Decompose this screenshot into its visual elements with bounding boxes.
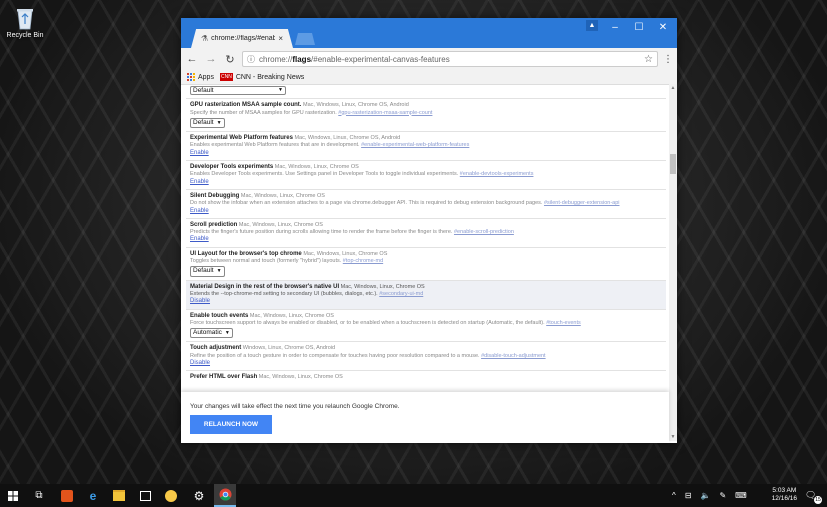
forward-arrow-icon[interactable]: → — [204, 53, 218, 65]
cnn-logo-icon: CNN — [219, 73, 233, 81]
apps-grid-icon — [187, 73, 195, 81]
action-center-icon[interactable]: 🗨 — [805, 484, 816, 507]
flag-link[interactable]: #enable-scroll-prediction — [454, 229, 514, 235]
start-button[interactable] — [2, 484, 24, 507]
flags-list: Default ▼ GPU rasterization MSAA sample c… — [186, 84, 666, 385]
notification-badge: 15 — [814, 496, 822, 504]
new-tab-button[interactable] — [295, 33, 315, 45]
browser-toolbar: ← → ↻ ⓘ chrome://flags/#enable-experimen… — [181, 48, 677, 70]
volume-icon[interactable]: 🔈 — [700, 491, 710, 500]
title-bar: ⚗ chrome://flags/#enable × ▲ – ☐ ✕ — [181, 18, 677, 48]
recycle-bin-shortcut[interactable]: Recycle Bin — [2, 6, 48, 39]
settings-gear-icon[interactable]: ⚙ — [188, 484, 210, 507]
relaunch-footer: Your changes will take effect the next t… — [181, 392, 669, 443]
office-app-icon[interactable] — [56, 484, 78, 507]
flag-item: Scroll prediction Mac, Windows, Linux, C… — [186, 219, 666, 248]
flask-icon: ⚗ — [201, 34, 209, 43]
flag-dropdown[interactable]: Automatic ▼ — [190, 328, 233, 339]
flag-link[interactable]: #secondary-ui-md — [379, 291, 423, 297]
flag-dropdown[interactable]: Default ▼ — [190, 86, 286, 96]
flag-item: Experimental Web Platform features Mac, … — [186, 132, 666, 162]
network-icon[interactable]: ⊟ — [685, 491, 692, 500]
close-window-button[interactable]: ✕ — [651, 18, 675, 36]
flag-enable-link[interactable]: Enable — [190, 208, 209, 214]
windows-logo-icon — [8, 490, 18, 501]
recycle-bin-label: Recycle Bin — [6, 32, 44, 39]
tab-title: chrome://flags/#enable — [211, 35, 276, 42]
recycle-bin-icon — [15, 6, 35, 30]
flag-link[interactable]: #silent-debugger-extension-api — [544, 200, 620, 206]
flag-item: Developer Tools experiments Mac, Windows… — [186, 161, 666, 190]
tab-flags[interactable]: ⚗ chrome://flags/#enable × — [191, 29, 293, 48]
edge-browser-icon[interactable]: e — [82, 484, 104, 507]
chrome-window: ⚗ chrome://flags/#enable × ▲ – ☐ ✕ ← → ↻… — [181, 18, 677, 443]
user-profile-icon[interactable]: ▲ — [586, 20, 598, 31]
flag-link[interactable]: #touch-events — [546, 320, 581, 326]
bookmark-apps[interactable]: Apps — [187, 73, 214, 81]
flag-link[interactable]: #enable-devtools-experiments — [460, 171, 534, 177]
system-tray: ^ ⊟ 🔈 ✎ ⌨ — [672, 484, 747, 507]
clock-time: 5:03 AM — [772, 487, 797, 494]
scroll-up-icon[interactable]: ▲ — [669, 84, 677, 92]
address-bar[interactable]: ⓘ chrome://flags/#enable-experimental-ca… — [242, 51, 658, 67]
flag-link[interactable]: #enable-experimental-web-platform-featur… — [361, 142, 469, 148]
bookmark-star-icon[interactable]: ☆ — [644, 54, 653, 65]
flag-dropdown[interactable]: Default ▼ — [190, 117, 225, 129]
show-hidden-icons-chevron[interactable]: ^ — [672, 491, 676, 500]
flag-item: UI Layout for the browser's top chrome M… — [186, 248, 666, 281]
relaunch-now-button[interactable]: RELAUNCH NOW — [190, 415, 272, 434]
flag-link[interactable]: #disable-touch-adjustment — [481, 353, 546, 359]
flag-item-selected: Material Design in the rest of the brows… — [186, 280, 666, 310]
flag-disable-link[interactable]: Disable — [190, 360, 210, 366]
flag-link[interactable]: #gpu-rasterization-msaa-sample-count — [338, 110, 432, 116]
flag-disable-link[interactable]: Disable — [190, 298, 210, 304]
chrome-taskbar-icon[interactable] — [214, 484, 236, 507]
bookmarks-bar: Apps CNN CNN - Breaking News — [181, 70, 677, 85]
minimize-button[interactable]: – — [603, 18, 627, 36]
close-tab-icon[interactable]: × — [278, 34, 283, 43]
maximize-button[interactable]: ☐ — [627, 18, 651, 36]
flags-page: Default ▼ GPU rasterization MSAA sample c… — [181, 84, 677, 392]
taskbar: ⧉ e ⚙ ^ ⊟ 🔈 ✎ ⌨ 5:03 AM 12/16/16 🗨 15 — [0, 484, 827, 507]
url-text[interactable]: chrome://flags/#enable-experimental-canv… — [259, 55, 640, 64]
flag-dropdown[interactable]: Default ▼ — [190, 266, 225, 277]
info-icon[interactable]: ⓘ — [247, 54, 255, 65]
flag-link[interactable]: #top-chrome-md — [343, 258, 383, 264]
back-arrow-icon[interactable]: ← — [185, 53, 199, 65]
clock-date: 12/16/16 — [771, 495, 797, 502]
file-explorer-icon[interactable] — [108, 484, 130, 507]
chrome-menu-icon[interactable]: ⋮ — [663, 54, 673, 65]
bookmark-cnn[interactable]: CNN CNN - Breaking News — [219, 73, 304, 81]
clock[interactable]: 5:03 AM 12/16/16 — [772, 487, 797, 503]
keyboard-icon[interactable]: ⌨ — [735, 491, 747, 500]
flag-item: Silent Debugging Mac, Windows, Linux, Ch… — [186, 190, 666, 219]
pen-icon[interactable]: ✎ — [719, 491, 726, 500]
reload-icon[interactable]: ↻ — [223, 53, 237, 66]
scroll-down-icon[interactable]: ▼ — [669, 433, 677, 441]
scrollbar-thumb[interactable] — [670, 154, 676, 174]
relaunch-message: Your changes will take effect the next t… — [190, 403, 400, 410]
flag-enable-link[interactable]: Enable — [190, 179, 209, 185]
store-icon[interactable] — [134, 484, 156, 507]
task-view-icon[interactable]: ⧉ — [28, 484, 50, 507]
page-scrollbar[interactable]: ▲ ▼ — [669, 84, 677, 441]
flag-item: GPU rasterization MSAA sample count. Mac… — [186, 99, 666, 133]
flag-item: Prefer HTML over Flash Mac, Windows, Lin… — [190, 374, 343, 381]
flag-enable-link[interactable]: Enable — [190, 150, 209, 156]
flag-item: Enable touch events Mac, Windows, Linux,… — [186, 310, 666, 343]
flag-item: Touch adjustment Windows, Linux, Chrome … — [186, 342, 666, 372]
flag-enable-link[interactable]: Enable — [190, 236, 209, 242]
flag-top-control: Default ▼ — [186, 84, 666, 100]
emoji-app-icon[interactable] — [160, 484, 182, 507]
